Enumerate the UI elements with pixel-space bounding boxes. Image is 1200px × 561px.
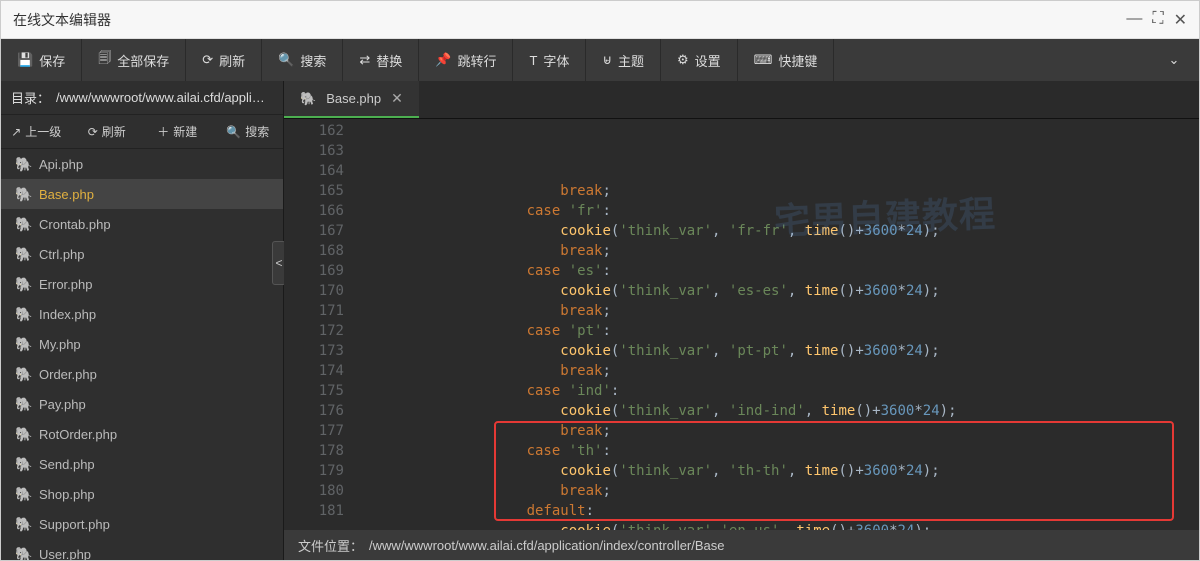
sidebar-tools: ↗上一级 ⟳刷新 ＋新建 🔍搜索 [1, 115, 283, 149]
close-tab-icon[interactable]: ✕ [391, 90, 403, 107]
file-item[interactable]: 🐘 Crontab.php [1, 209, 283, 239]
settings-button[interactable]: ⚙设置 [661, 39, 738, 81]
file-item[interactable]: 🐘 Shop.php [1, 479, 283, 509]
theme-button[interactable]: ⊌主题 [586, 39, 661, 81]
font-icon: T [529, 53, 537, 68]
code-editor[interactable]: 1621631641651661671681691701711721731741… [284, 119, 1199, 530]
php-file-icon: 🐘 [15, 306, 31, 323]
file-item[interactable]: 🐘 Order.php [1, 359, 283, 389]
file-name: Ctrl.php [39, 247, 85, 262]
replace-button[interactable]: ⇄替换 [343, 39, 419, 81]
php-file-icon: 🐘 [15, 366, 31, 383]
php-file-icon: 🐘 [15, 396, 31, 413]
line-gutter: 1621631641651661671681691701711721731741… [284, 119, 354, 530]
tab-base-php[interactable]: 🐘 Base.php ✕ [284, 81, 419, 118]
php-file-icon: 🐘 [15, 516, 31, 533]
directory-label: 目录： [11, 88, 50, 107]
code-area[interactable]: 宅男自建教程 break; case 'fr': cookie('think_v… [354, 119, 1199, 530]
save-all-icon: 🗐 [98, 49, 111, 71]
file-name: Crontab.php [39, 217, 111, 232]
file-item[interactable]: 🐘 Pay.php [1, 389, 283, 419]
refresh-icon: ⟳ [202, 52, 213, 68]
save-icon: 💾 [17, 52, 33, 68]
window-title: 在线文本编辑器 [13, 10, 1126, 30]
tab-label: Base.php [326, 91, 381, 106]
gear-icon: ⚙ [677, 52, 689, 68]
file-item[interactable]: 🐘 RotOrder.php [1, 419, 283, 449]
up-level-button[interactable]: ↗上一级 [1, 115, 72, 148]
chevron-down-icon: ⌄ [1169, 52, 1180, 68]
file-list: 🐘 Api.php 🐘 Base.php 🐘 Crontab.php 🐘 Ctrl.php 🐘 E… [1, 149, 283, 560]
file-name: Api.php [39, 157, 83, 172]
file-name: My.php [39, 337, 81, 352]
share-icon: ↗ [11, 125, 21, 139]
close-icon[interactable]: ✕ [1174, 10, 1187, 30]
new-file-button[interactable]: ＋新建 [142, 115, 213, 148]
php-file-icon: 🐘 [15, 456, 31, 473]
file-item[interactable]: 🐘 Send.php [1, 449, 283, 479]
file-name: Order.php [39, 367, 97, 382]
file-name: User.php [39, 547, 91, 561]
refresh-button[interactable]: ⟳刷新 [186, 39, 262, 81]
save-all-button[interactable]: 🗐全部保存 [82, 39, 186, 81]
pin-icon: 📌 [435, 52, 451, 68]
php-file-icon: 🐘 [15, 546, 31, 561]
sidebar: 目录： /www/wwwroot/www.ailai.cfd/appli… ↗上… [1, 81, 284, 560]
tab-bar: 🐘 Base.php ✕ [284, 81, 1199, 119]
search-button[interactable]: 🔍搜索 [262, 39, 343, 81]
refresh-icon: ⟳ [88, 125, 98, 139]
minimize-icon[interactable]: — [1126, 10, 1142, 30]
file-item[interactable]: 🐘 Support.php [1, 509, 283, 539]
file-name: RotOrder.php [39, 427, 117, 442]
maximize-icon[interactable]: ⛶ [1152, 10, 1163, 30]
php-file-icon: 🐘 [300, 91, 316, 107]
php-file-icon: 🐘 [15, 216, 31, 233]
php-file-icon: 🐘 [15, 426, 31, 443]
php-file-icon: 🐘 [15, 336, 31, 353]
status-path: /www/wwwroot/www.ailai.cfd/application/i… [369, 538, 724, 553]
editor-main: < 🐘 Base.php ✕ 1621631641651661671681691… [284, 81, 1199, 560]
file-name: Pay.php [39, 397, 86, 412]
toolbar: 💾保存 🗐全部保存 ⟳刷新 🔍搜索 ⇄替换 📌跳转行 T字体 ⊌主题 ⚙设置 ⌨… [1, 39, 1199, 81]
search-icon: 🔍 [226, 125, 241, 139]
file-name: Base.php [39, 187, 94, 202]
file-item[interactable]: 🐘 Ctrl.php [1, 239, 283, 269]
font-button[interactable]: T字体 [513, 39, 586, 81]
titlebar: 在线文本编辑器 — ⛶ ✕ [1, 1, 1199, 39]
save-button[interactable]: 💾保存 [1, 39, 82, 81]
php-file-icon: 🐘 [15, 486, 31, 503]
file-name: Error.php [39, 277, 92, 292]
replace-icon: ⇄ [359, 52, 370, 68]
file-item[interactable]: 🐘 Index.php [1, 299, 283, 329]
directory-path: 目录： /www/wwwroot/www.ailai.cfd/appli… [1, 81, 283, 115]
file-item[interactable]: 🐘 Error.php [1, 269, 283, 299]
sidebar-refresh-button[interactable]: ⟳刷新 [72, 115, 143, 148]
php-file-icon: 🐘 [15, 276, 31, 293]
file-item[interactable]: 🐘 User.php [1, 539, 283, 560]
file-item[interactable]: 🐘 Base.php [1, 179, 283, 209]
shortcuts-button[interactable]: ⌨快捷键 [738, 39, 835, 81]
php-file-icon: 🐘 [15, 156, 31, 173]
status-bar: 文件位置： /www/wwwroot/www.ailai.cfd/applica… [284, 530, 1199, 560]
sidebar-search-button[interactable]: 🔍搜索 [213, 115, 284, 148]
status-label: 文件位置： [298, 536, 363, 555]
php-file-icon: 🐘 [15, 186, 31, 203]
file-name: Index.php [39, 307, 96, 322]
file-name: Send.php [39, 457, 95, 472]
search-icon: 🔍 [278, 52, 294, 68]
php-file-icon: 🐘 [15, 246, 31, 263]
file-name: Shop.php [39, 487, 95, 502]
plus-icon: ＋ [157, 123, 169, 140]
magnet-icon: ⊌ [602, 52, 612, 68]
file-name: Support.php [39, 517, 110, 532]
keyboard-icon: ⌨ [754, 52, 773, 68]
file-item[interactable]: 🐘 Api.php [1, 149, 283, 179]
goto-line-button[interactable]: 📌跳转行 [419, 39, 513, 81]
file-item[interactable]: 🐘 My.php [1, 329, 283, 359]
more-button[interactable]: ⌄ [1149, 39, 1199, 81]
directory-value: /www/wwwroot/www.ailai.cfd/appli… [56, 90, 265, 105]
